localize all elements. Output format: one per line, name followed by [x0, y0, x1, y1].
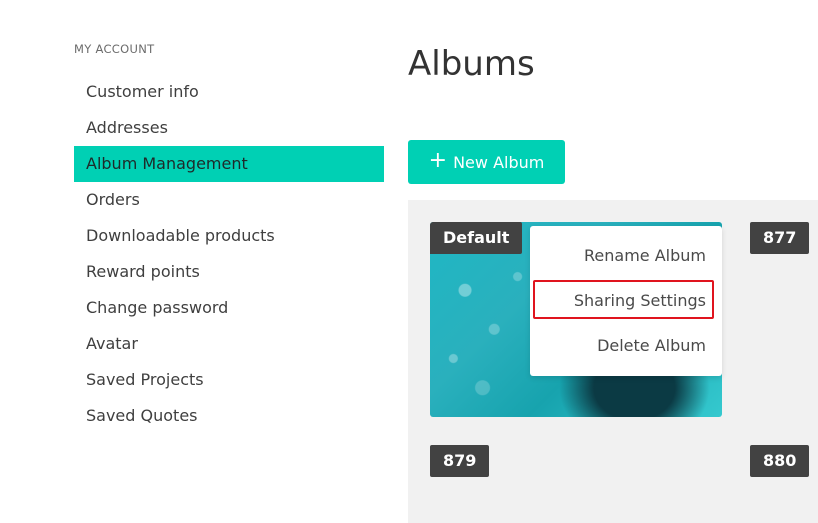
album-badge-default: Default	[430, 222, 523, 254]
album-grid: Default Rename Album Sharing Settings De…	[408, 200, 818, 523]
sidebar-item-addresses[interactable]: Addresses	[74, 110, 384, 146]
album-badge-877[interactable]: 877	[750, 222, 810, 254]
delete-album-menu-item[interactable]: Delete Album	[597, 334, 706, 358]
new-album-label: New Album	[453, 152, 545, 172]
sidebar-item-reward-points[interactable]: Reward points	[74, 254, 384, 290]
sidebar-item-album-management[interactable]: Album Management	[74, 146, 384, 182]
account-sidebar: MY ACCOUNT Customer info Addresses Album…	[74, 40, 384, 434]
sidebar-heading: MY ACCOUNT	[74, 42, 155, 56]
page-title: Albums	[408, 44, 535, 84]
rename-album-menu-item[interactable]: Rename Album	[584, 244, 706, 268]
sidebar-item-saved-projects[interactable]: Saved Projects	[74, 362, 384, 398]
sharing-settings-menu-item[interactable]: Sharing Settings	[574, 289, 706, 313]
album-context-menu: Rename Album Sharing Settings Delete Alb…	[530, 226, 722, 376]
sidebar-item-downloadable-products[interactable]: Downloadable products	[74, 218, 384, 254]
album-badge-880[interactable]: 880	[750, 445, 810, 477]
sidebar-item-change-password[interactable]: Change password	[74, 290, 384, 326]
new-album-button[interactable]: + New Album	[408, 140, 565, 184]
album-badge-879[interactable]: 879	[430, 445, 490, 477]
account-nav: Customer info Addresses Album Management…	[74, 74, 384, 434]
sidebar-item-avatar[interactable]: Avatar	[74, 326, 384, 362]
sidebar-item-saved-quotes[interactable]: Saved Quotes	[74, 398, 384, 434]
plus-icon: +	[428, 148, 448, 173]
sidebar-item-customer-info[interactable]: Customer info	[74, 74, 384, 110]
sidebar-item-orders[interactable]: Orders	[74, 182, 384, 218]
